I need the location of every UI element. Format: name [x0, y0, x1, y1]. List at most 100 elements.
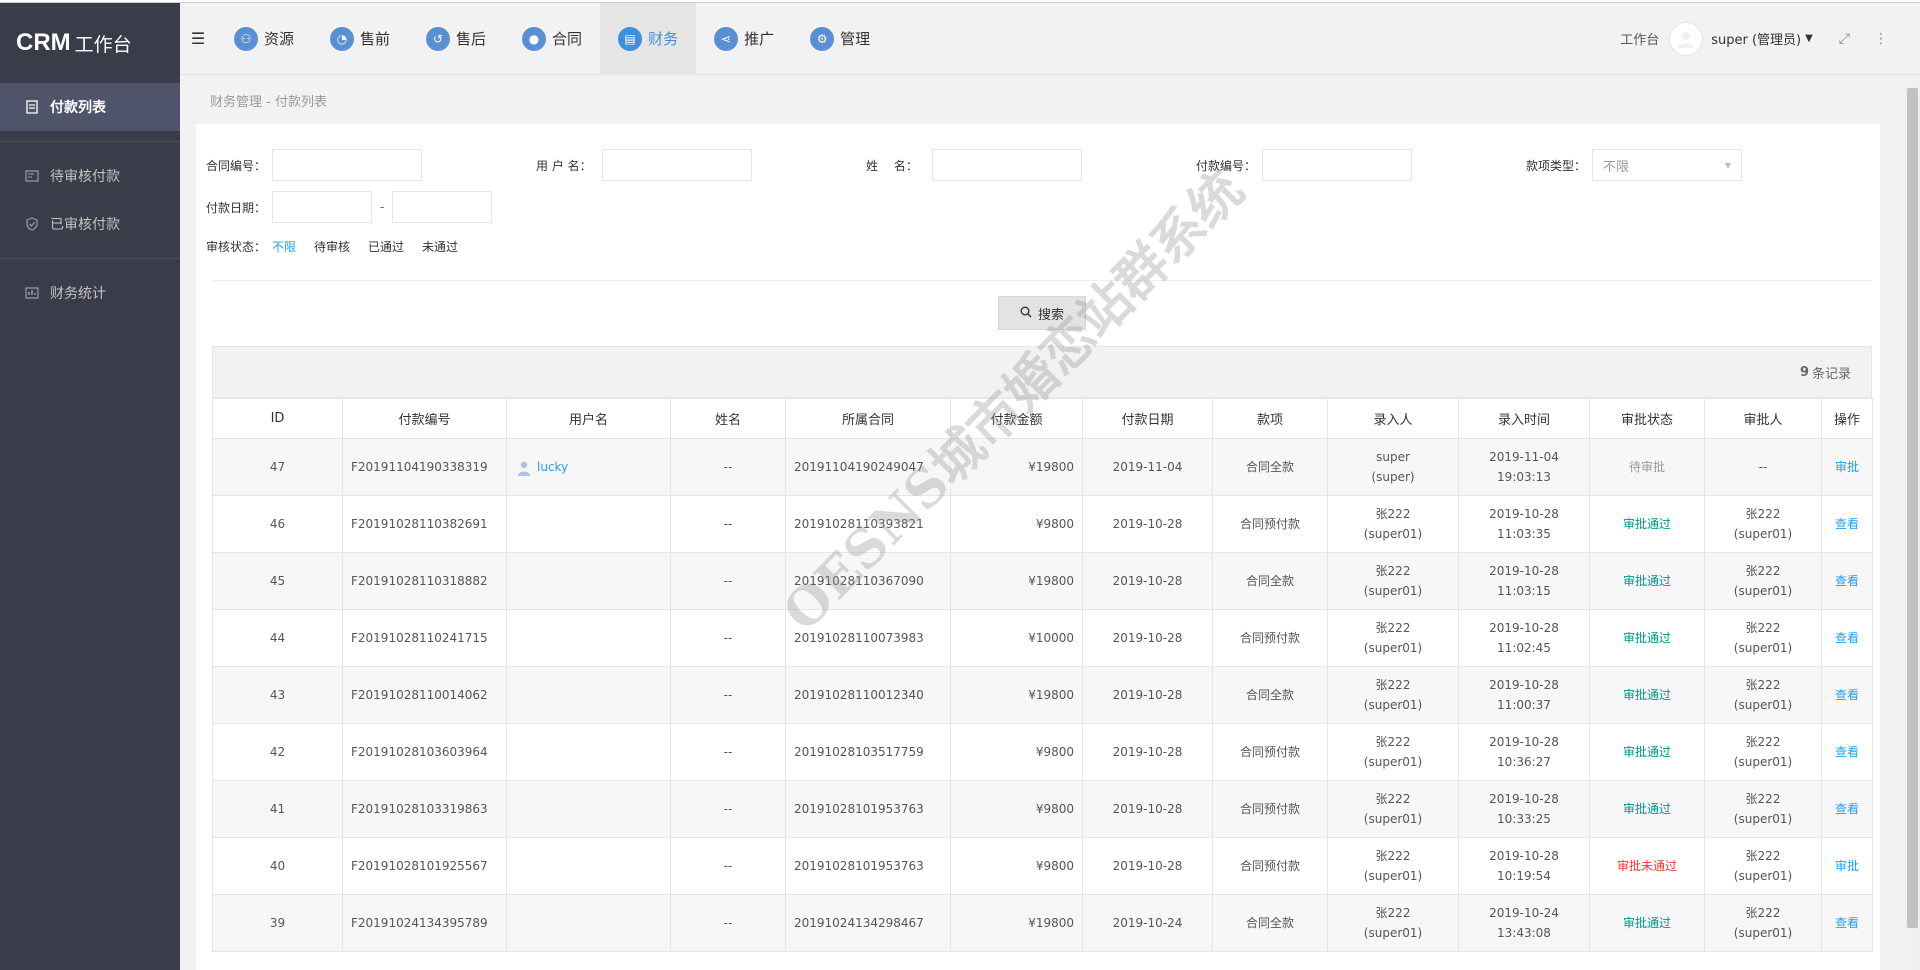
receipt-icon [24, 99, 40, 115]
nav-item-aftersale[interactable]: ↺ 售后 [408, 3, 504, 75]
cell-id: 42 [212, 723, 343, 781]
nav-item-promotion[interactable]: ⋖ 推广 [696, 3, 792, 75]
nav-item-manage[interactable]: ⚙ 管理 [792, 3, 888, 75]
status-option-pending[interactable]: 待审核 [314, 238, 350, 255]
cell-entry-user-line1: 张222 [1375, 678, 1411, 692]
cell-approver-line2: (super01) [1733, 527, 1793, 541]
cell-approver-line2: (super01) [1733, 869, 1793, 883]
cell-payment-no: F20191028110382691 [342, 495, 507, 553]
sidebar-item-label: 财务统计 [50, 286, 106, 302]
cell-entry-time-line2: 10:19:54 [1497, 869, 1551, 883]
status-badge: 审批通过 [1589, 723, 1705, 781]
view-link[interactable]: 查看 [1821, 666, 1873, 724]
nav-item-presale[interactable]: ◔ 售前 [312, 3, 408, 75]
cell-type: 合同全款 [1212, 666, 1328, 724]
view-link[interactable]: 查看 [1821, 723, 1873, 781]
column-header: 付款日期 [1082, 398, 1213, 439]
cell-username [506, 837, 671, 895]
cell-payment-no: F20191028110014062 [342, 666, 507, 724]
search-button[interactable]: 搜索 [998, 296, 1086, 330]
cell-entry-user-line2: (super01) [1363, 812, 1423, 826]
cell-contract: 20191028110012340 [785, 666, 951, 724]
nav-item-finance[interactable]: ▤ 财务 [600, 2, 697, 75]
cell-entry-user: 张222 (super01) [1327, 837, 1459, 895]
status-option-approved[interactable]: 已通过 [368, 238, 404, 255]
approve-link[interactable]: 审批 [1821, 438, 1873, 496]
view-link[interactable]: 查看 [1821, 894, 1873, 952]
type-select[interactable]: 不限 ▼ [1592, 149, 1742, 181]
cell-payment-no: F20191028103319863 [342, 780, 507, 838]
cell-approver: 张222 (super01) [1704, 495, 1822, 553]
cell-amount: ¥19800 [950, 894, 1083, 952]
cell-entry-time-line1: 2019-10-28 [1489, 735, 1559, 749]
cell-id: 40 [212, 837, 343, 895]
cell-approver: 张222 (super01) [1704, 609, 1822, 667]
approve-link[interactable]: 审批 [1821, 837, 1873, 895]
cell-username: lucky [506, 438, 671, 496]
sidebar-item-payment-list[interactable]: 付款列表 [0, 83, 180, 131]
nav-item-resource[interactable]: ⚇ 资源 [216, 3, 312, 75]
cell-username [506, 894, 671, 952]
cell-approver-line1: 张222 [1745, 792, 1781, 806]
view-link[interactable]: 查看 [1821, 552, 1873, 610]
cell-entry-time-line1: 2019-10-28 [1489, 792, 1559, 806]
user-silhouette-icon [1678, 31, 1695, 48]
cell-entry-user-line1: 张222 [1375, 564, 1411, 578]
cell-entry-user-line1: 张222 [1375, 792, 1411, 806]
payment-no-input[interactable] [1262, 149, 1412, 181]
contract-no-input[interactable] [272, 149, 422, 181]
status-option-rejected[interactable]: 未通过 [422, 238, 458, 255]
finance-icon: ▤ [618, 26, 643, 51]
menu-toggle-icon[interactable]: ☰ [180, 3, 216, 75]
cell-contract: 20191028110367090 [785, 552, 951, 610]
app-logo[interactable]: CRM 工作台 [0, 3, 180, 83]
column-header: 审批人 [1704, 398, 1822, 439]
nav-item-contract[interactable]: ● 合同 [504, 3, 600, 75]
name-input[interactable] [932, 149, 1082, 181]
sidebar-item-pending-payments[interactable]: 待审核付款 [0, 152, 180, 200]
cell-id: 39 [212, 894, 343, 952]
status-option-all[interactable]: 不限 [272, 238, 296, 255]
filter-status: 审核状态： 不限 待审核 已通过 未通过 [196, 238, 476, 255]
user-name[interactable]: super (管理员) [1711, 29, 1801, 48]
cell-entry-time: 2019-10-28 11:02:45 [1458, 609, 1590, 667]
cell-approver-line1: 张222 [1745, 678, 1781, 692]
cell-entry-time: 2019-11-04 19:03:13 [1458, 438, 1590, 496]
sidebar-item-approved-payments[interactable]: 已审核付款 [0, 200, 180, 248]
cell-contract: 20191104190249047 [785, 438, 951, 496]
chevron-down-icon[interactable]: ▼ [1805, 33, 1813, 44]
fullscreen-icon[interactable]: ⤢ [1839, 31, 1850, 47]
date-start-input[interactable] [272, 191, 372, 223]
cell-entry-user: 张222 (super01) [1327, 723, 1459, 781]
view-link[interactable]: 查看 [1821, 609, 1873, 667]
view-link[interactable]: 查看 [1821, 495, 1873, 553]
more-options-icon[interactable]: ⋮ [1874, 31, 1888, 47]
cell-approver-line1: -- [1758, 460, 1768, 474]
avatar[interactable] [1669, 21, 1704, 56]
workbench-link[interactable]: 工作台 [1620, 29, 1659, 48]
cell-type: 合同预付款 [1212, 495, 1328, 553]
cell-id: 43 [212, 666, 343, 724]
sidebar-item-finance-stats[interactable]: 财务统计 [0, 269, 180, 317]
page-scrollbar[interactable] [1905, 80, 1920, 970]
status-label: 审核状态： [206, 240, 267, 254]
column-header: 审批状态 [1589, 398, 1705, 439]
status-badge: 审批通过 [1589, 552, 1705, 610]
cell-entry-user-line2: (super01) [1363, 641, 1423, 655]
cell-amount: ¥9800 [950, 723, 1083, 781]
cell-name: -- [670, 723, 786, 781]
scrollbar-thumb[interactable] [1907, 88, 1918, 928]
user-link[interactable]: lucky [507, 457, 670, 477]
presale-icon: ◔ [330, 26, 355, 51]
cell-date: 2019-10-28 [1082, 837, 1213, 895]
status-badge: 审批未通过 [1589, 837, 1705, 895]
cell-payment-no: F20191028110241715 [342, 609, 507, 667]
username-input[interactable] [602, 149, 752, 181]
view-link[interactable]: 查看 [1821, 780, 1873, 838]
cell-entry-user-line2: (super01) [1363, 755, 1423, 769]
record-count: 9 [1799, 364, 1809, 380]
type-label: 款项类型： [1526, 158, 1587, 173]
date-end-input[interactable] [392, 191, 493, 223]
date-range-dash: - [380, 200, 385, 214]
status-badge: 审批通过 [1589, 666, 1705, 724]
